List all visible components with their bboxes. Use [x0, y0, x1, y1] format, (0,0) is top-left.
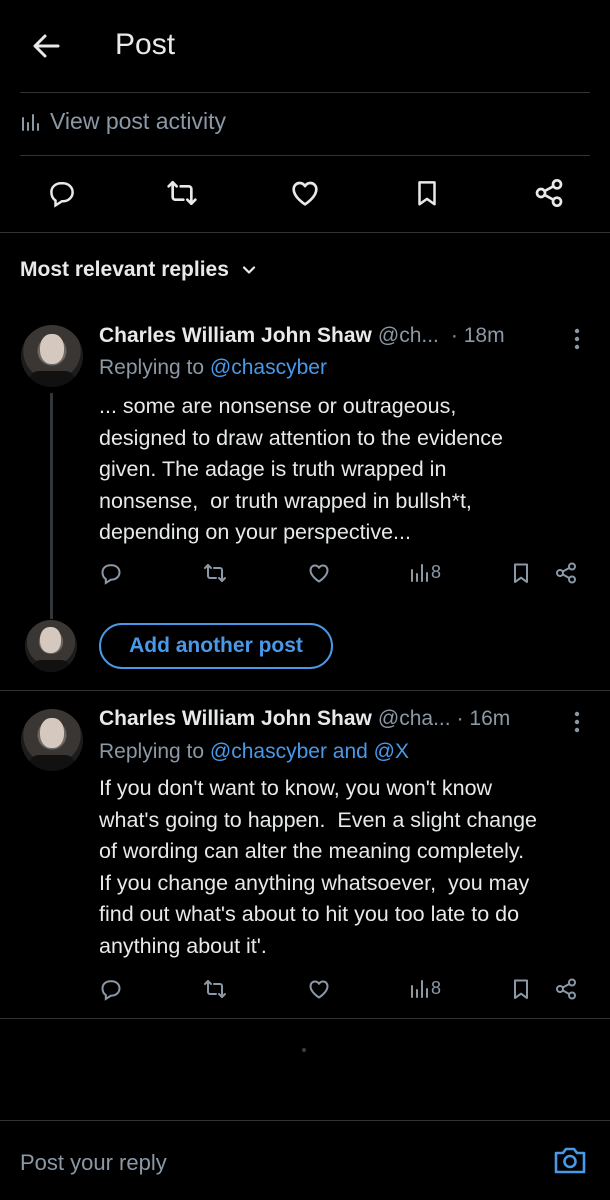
page-title: Post [115, 28, 176, 61]
avatar [25, 620, 77, 672]
replying-to-link[interactable]: @chascyber and @X [210, 740, 409, 763]
replying-prefix: Replying to [99, 356, 205, 379]
post-action-bar [0, 171, 610, 217]
add-another-post-button[interactable]: Add another post [99, 623, 333, 669]
reply-button[interactable] [99, 561, 123, 585]
bookmark-icon [418, 181, 436, 206]
replying-to: Replying to @chascyber [99, 356, 327, 380]
repost-icon [204, 564, 226, 582]
share-button[interactable] [554, 977, 578, 1001]
avatar-face [40, 718, 64, 748]
like-icon [309, 980, 329, 999]
view-count: 8 [431, 977, 442, 998]
bar-chart-icon [411, 564, 428, 582]
share-icon [556, 562, 576, 584]
repost-button[interactable] [203, 977, 227, 1001]
author-handle[interactable]: @ch... [378, 324, 439, 348]
repost-button[interactable] [203, 561, 227, 585]
reply-header: Charles William John Shaw @cha... · 16m [99, 707, 559, 731]
share-icon [556, 978, 576, 1000]
divider [0, 1120, 610, 1121]
reply-icon [101, 564, 121, 585]
like-button[interactable] [283, 171, 327, 215]
camera-button[interactable] [552, 1142, 588, 1178]
reply-action-bar: 8 [99, 977, 589, 1005]
sort-replies-dropdown[interactable]: Most relevant replies [20, 258, 257, 282]
author-name[interactable]: Charles William John Shaw [99, 707, 372, 731]
thread-line [50, 393, 53, 619]
bar-chart-icon [22, 113, 39, 131]
avatar[interactable] [21, 325, 83, 387]
divider [0, 1018, 610, 1019]
reply-button[interactable] [99, 977, 123, 1001]
author-name[interactable]: Charles William John Shaw [99, 324, 372, 348]
avatar[interactable] [21, 709, 83, 771]
more-vertical-icon [574, 328, 580, 350]
back-arrow-icon [33, 34, 60, 58]
more-options-button[interactable] [567, 709, 587, 735]
divider [0, 232, 610, 233]
bookmark-button[interactable] [405, 171, 449, 215]
chevron-down-icon [242, 266, 256, 274]
view-post-activity-label: View post activity [50, 108, 226, 134]
author-handle[interactable]: @cha... [378, 707, 451, 731]
share-button[interactable] [554, 561, 578, 585]
share-icon [535, 179, 563, 207]
bookmark-button[interactable] [509, 977, 533, 1001]
reply-text: ... some are nonsense or outrageous, des… [99, 394, 504, 544]
reply-icon [101, 980, 121, 1001]
loading-indicator [302, 1048, 306, 1052]
post-time: · 16m [456, 707, 511, 730]
divider [20, 155, 590, 156]
reply-header: Charles William John Shaw @ch... · 18m [99, 324, 559, 348]
camera-icon [554, 1147, 586, 1174]
more-options-button[interactable] [567, 326, 587, 352]
avatar-shirt [29, 755, 75, 771]
bookmark-icon [514, 563, 528, 583]
sort-label: Most relevant replies [20, 258, 229, 281]
replying-to: Replying to @chascyber and @X [99, 740, 409, 764]
post-time: · 18m [450, 324, 505, 347]
avatar-shirt [31, 660, 71, 672]
share-button[interactable] [527, 171, 571, 215]
divider [0, 690, 610, 691]
view-post-activity-link[interactable]: View post activity [20, 108, 226, 135]
like-icon [309, 564, 329, 583]
view-count: 8 [431, 561, 442, 582]
reply-input[interactable]: Post your reply [20, 1150, 167, 1176]
repost-icon [167, 181, 197, 205]
reply-icon [50, 182, 74, 208]
replying-prefix: Replying to [99, 740, 205, 763]
views-button[interactable]: 8 [409, 561, 441, 583]
reply-button[interactable] [40, 171, 84, 215]
reply-text: If you don't want to know, you won't kno… [99, 776, 537, 958]
repost-icon [204, 980, 226, 998]
avatar-face [40, 627, 61, 653]
bookmark-icon [514, 979, 528, 999]
divider [20, 92, 590, 93]
like-button[interactable] [307, 977, 331, 1001]
avatar-shirt [29, 371, 75, 387]
like-button[interactable] [307, 561, 331, 585]
back-button[interactable] [28, 28, 64, 64]
more-vertical-icon [574, 711, 580, 733]
avatar-face [40, 334, 64, 364]
reply-action-bar: 8 [99, 561, 589, 589]
views-button[interactable]: 8 [409, 977, 441, 999]
repost-button[interactable] [160, 171, 204, 215]
replying-to-link[interactable]: @chascyber [210, 356, 327, 379]
bookmark-button[interactable] [509, 561, 533, 585]
like-icon [292, 181, 318, 206]
bar-chart-icon [411, 980, 428, 998]
